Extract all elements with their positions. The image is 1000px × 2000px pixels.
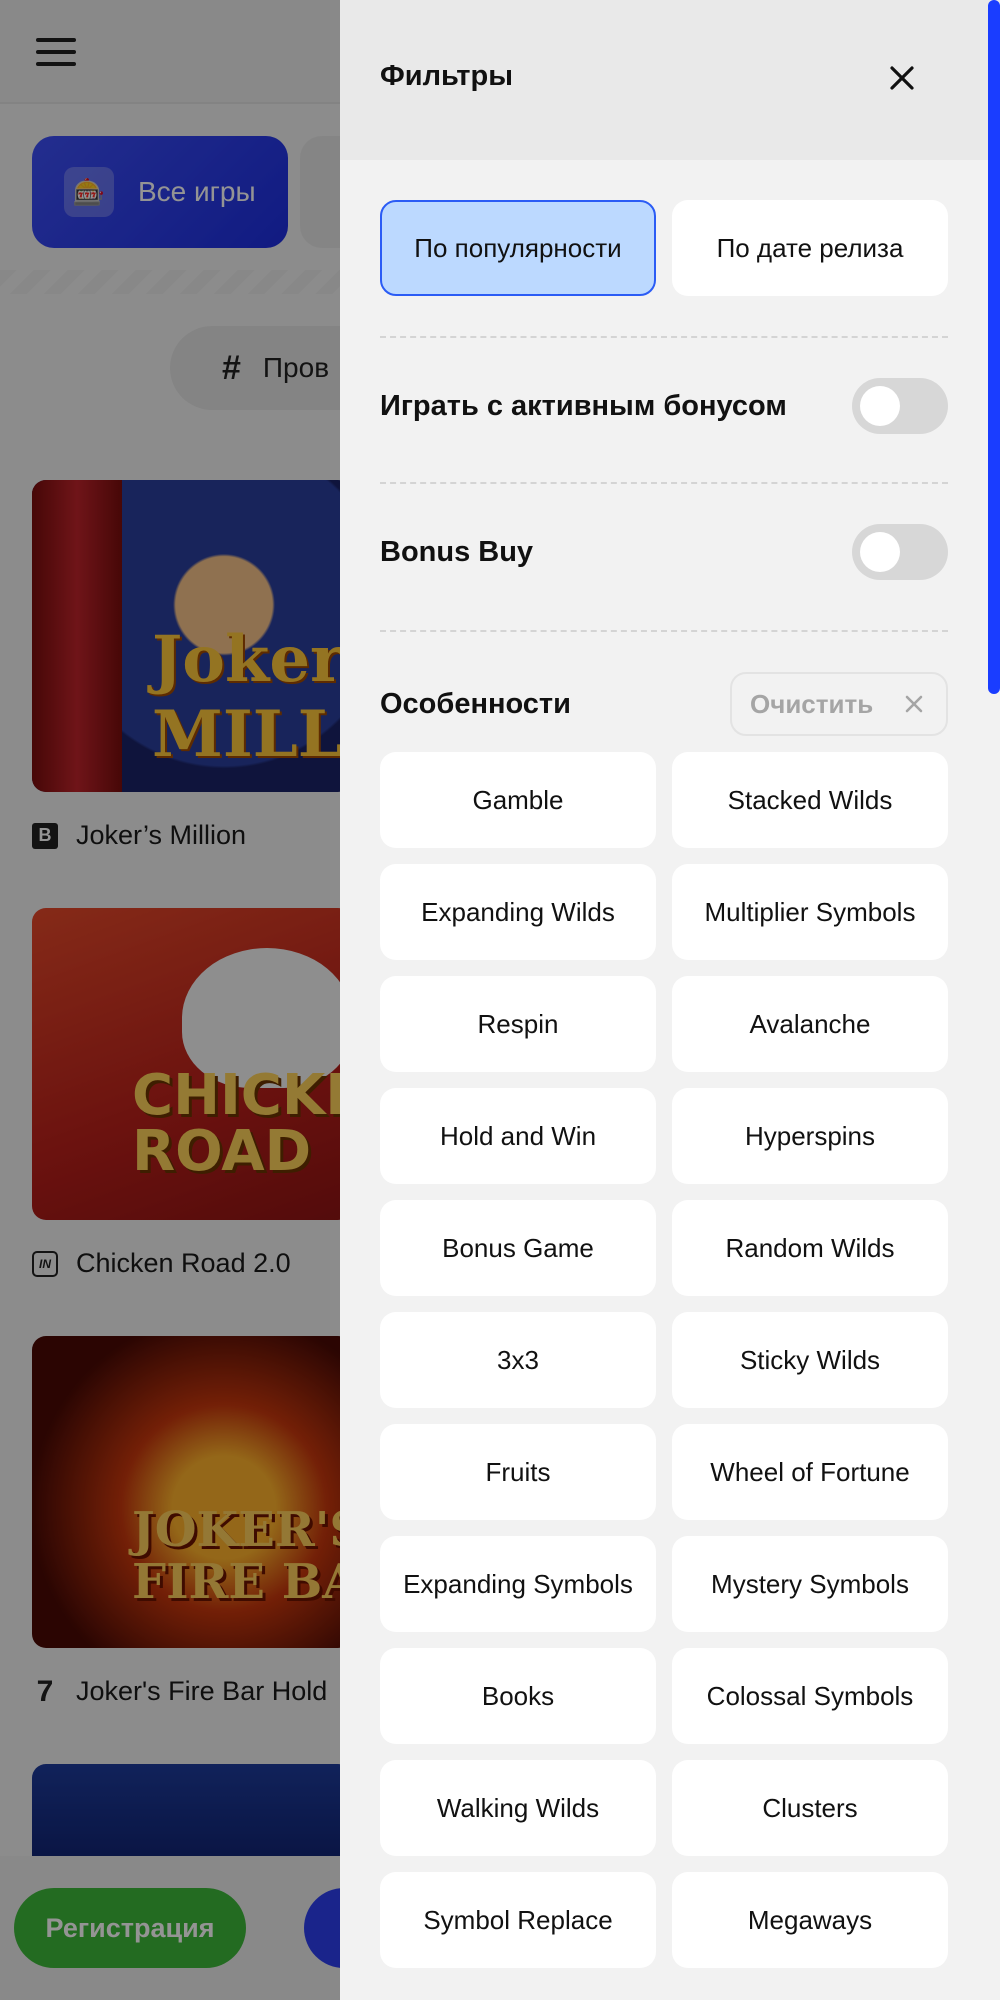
filters-header: Фильтры bbox=[340, 0, 1000, 160]
sort-options: По популярности По дате релиза bbox=[380, 200, 948, 296]
feature-chip[interactable]: Random Wilds bbox=[672, 1200, 948, 1296]
active-bonus-toggle[interactable] bbox=[852, 378, 948, 434]
scrollbar[interactable] bbox=[988, 0, 1000, 694]
bonus-buy-row: Bonus Buy bbox=[380, 524, 948, 580]
filters-panel: Фильтры По популярности По дате релиза И… bbox=[340, 0, 1000, 2000]
divider bbox=[380, 630, 948, 632]
divider bbox=[380, 482, 948, 484]
feature-chip[interactable]: Books bbox=[380, 1648, 656, 1744]
toggle-knob bbox=[860, 532, 900, 572]
toggle-knob bbox=[860, 386, 900, 426]
bonus-buy-label: Bonus Buy bbox=[380, 535, 534, 568]
feature-chip[interactable]: Megaways bbox=[672, 1872, 948, 1968]
clear-features-button[interactable]: Очистить bbox=[730, 672, 948, 736]
feature-chip[interactable]: Stacked Wilds bbox=[672, 752, 948, 848]
feature-chip[interactable]: Symbol Replace bbox=[380, 1872, 656, 1968]
feature-chip[interactable]: Multiplier Symbols bbox=[672, 864, 948, 960]
feature-chip[interactable]: Bonus Game bbox=[380, 1200, 656, 1296]
feature-chip[interactable]: Expanding Wilds bbox=[380, 864, 656, 960]
features-header: Особенности Очистить bbox=[380, 672, 948, 736]
feature-chip[interactable]: Gamble bbox=[380, 752, 656, 848]
filters-title: Фильтры bbox=[380, 60, 513, 92]
feature-chip[interactable]: Walking Wilds bbox=[380, 1760, 656, 1856]
feature-chip[interactable]: 3x3 bbox=[380, 1312, 656, 1408]
feature-chip[interactable]: Fruits bbox=[380, 1424, 656, 1520]
feature-chip[interactable]: Respin bbox=[380, 976, 656, 1072]
feature-chip[interactable]: Hyperspins bbox=[672, 1088, 948, 1184]
features-title: Особенности bbox=[380, 688, 571, 720]
feature-chip[interactable]: Avalanche bbox=[672, 976, 948, 1072]
feature-chip[interactable]: Wheel of Fortune bbox=[672, 1424, 948, 1520]
sort-popularity-button[interactable]: По популярности bbox=[380, 200, 656, 296]
bonus-buy-toggle[interactable] bbox=[852, 524, 948, 580]
clear-label: Очистить bbox=[750, 688, 874, 719]
close-icon bbox=[890, 66, 914, 90]
sort-release-date-button[interactable]: По дате релиза bbox=[672, 200, 948, 296]
active-bonus-row: Играть с активным бонусом bbox=[380, 378, 948, 434]
feature-chip[interactable]: Sticky Wilds bbox=[672, 1312, 948, 1408]
feature-chip[interactable]: Colossal Symbols bbox=[672, 1648, 948, 1744]
close-icon bbox=[905, 695, 923, 713]
feature-chip[interactable]: Mystery Symbols bbox=[672, 1536, 948, 1632]
feature-chip[interactable]: Clusters bbox=[672, 1760, 948, 1856]
active-bonus-label: Играть с активным бонусом bbox=[380, 389, 787, 422]
feature-chip[interactable]: Hold and Win bbox=[380, 1088, 656, 1184]
feature-chip[interactable]: Expanding Symbols bbox=[380, 1536, 656, 1632]
close-button[interactable] bbox=[880, 56, 924, 100]
divider bbox=[380, 336, 948, 338]
